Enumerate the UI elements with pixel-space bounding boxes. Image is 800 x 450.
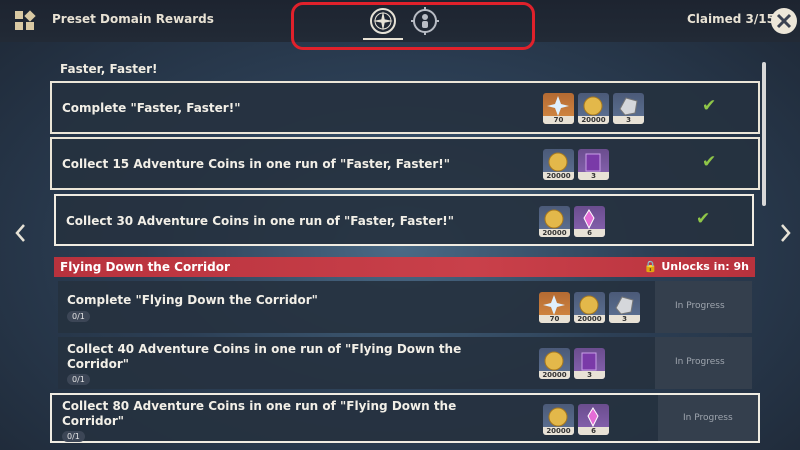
star-exp-icon: [547, 96, 569, 116]
star-exp-icon: [543, 295, 565, 315]
progress-badge: 0/1: [62, 431, 85, 442]
page-title: Preset Domain Rewards: [52, 12, 214, 26]
crystal-icon: [587, 407, 599, 428]
next-arrow-icon[interactable]: [778, 222, 792, 244]
tab-active-indicator: [363, 38, 403, 40]
book-icon: [585, 153, 601, 172]
claimed-check-icon: ✔: [702, 96, 717, 116]
mora-icon: [548, 407, 568, 427]
reward-item[interactable]: 6: [578, 404, 609, 435]
claimed-check-icon: ✔: [702, 152, 717, 172]
mora-icon: [579, 295, 599, 315]
list-item[interactable]: Collect 15 Adventure Coins in one run of…: [50, 137, 760, 190]
mora-icon: [544, 209, 564, 229]
section-header-locked: Flying Down the Corridor 🔒 Unlocks in: 9…: [54, 257, 755, 277]
status-in-progress: In Progress: [683, 413, 733, 423]
reward-item[interactable]: 3: [609, 292, 640, 323]
mora-icon: [548, 152, 568, 172]
section-title-flying: Flying Down the Corridor: [60, 260, 230, 274]
target-figure-icon[interactable]: [410, 6, 440, 36]
section-title-faster: Faster, Faster!: [60, 62, 158, 76]
progress-badge: 0/1: [67, 311, 90, 322]
list-item[interactable]: Collect 30 Adventure Coins in one run of…: [54, 194, 754, 246]
list-item[interactable]: Complete "Faster, Faster!" 70 20000 3 ✔: [50, 81, 760, 134]
reward-item[interactable]: 20000: [543, 404, 574, 435]
reward-item[interactable]: 3: [613, 93, 644, 124]
task-description: Collect 80 Adventure Coins in one run of…: [62, 399, 457, 413]
task-description: Complete "Flying Down the Corridor": [67, 293, 318, 307]
task-description-line2: Corridor": [62, 414, 125, 428]
close-button[interactable]: [771, 8, 797, 34]
reward-item[interactable]: 70: [539, 292, 570, 323]
crystal-icon: [583, 209, 595, 230]
reward-item[interactable]: 6: [574, 206, 605, 237]
status-box: In Progress: [655, 281, 752, 333]
claimed-check-icon: ✔: [696, 209, 711, 229]
reward-item[interactable]: 20000: [539, 348, 570, 379]
close-icon: [776, 13, 792, 29]
task-description-line2: Corridor": [67, 357, 130, 371]
reward-item[interactable]: 3: [574, 348, 605, 379]
status-box: In Progress: [658, 395, 758, 441]
reward-item[interactable]: 3: [578, 149, 609, 180]
ore-icon: [619, 97, 638, 116]
menu-grid-icon[interactable]: [14, 10, 36, 32]
mora-icon: [544, 351, 564, 371]
status-in-progress: In Progress: [675, 357, 725, 367]
book-icon: [581, 352, 597, 371]
prev-arrow-icon[interactable]: [14, 222, 28, 244]
reward-item[interactable]: 20000: [578, 93, 609, 124]
status-in-progress: In Progress: [675, 301, 725, 311]
reward-item[interactable]: 20000: [543, 149, 574, 180]
task-description: Collect 40 Adventure Coins in one run of…: [67, 342, 462, 356]
mora-icon: [583, 96, 603, 116]
claimed-counter: Claimed 3/15: [687, 12, 775, 26]
scrollbar[interactable]: [762, 62, 766, 206]
list-item[interactable]: Collect 80 Adventure Coins in one run of…: [50, 393, 760, 443]
lock-icon: 🔒: [643, 260, 658, 273]
task-description: Complete "Faster, Faster!": [62, 101, 241, 115]
unlock-timer: 🔒 Unlocks in: 9h: [643, 260, 749, 273]
status-box: In Progress: [655, 337, 752, 389]
task-description: Collect 15 Adventure Coins in one run of…: [62, 157, 451, 171]
reward-item[interactable]: 20000: [574, 292, 605, 323]
task-description: Collect 30 Adventure Coins in one run of…: [66, 214, 455, 228]
ore-icon: [615, 296, 634, 315]
top-bar: Preset Domain Rewards Claimed 3/15: [0, 0, 800, 50]
reward-item[interactable]: 70: [543, 93, 574, 124]
progress-badge: 0/1: [67, 374, 90, 385]
list-item[interactable]: Complete "Flying Down the Corridor" 0/1 …: [58, 281, 752, 333]
reward-item[interactable]: 20000: [539, 206, 570, 237]
list-item[interactable]: Collect 40 Adventure Coins in one run of…: [58, 337, 752, 389]
compass-icon[interactable]: [368, 6, 398, 36]
